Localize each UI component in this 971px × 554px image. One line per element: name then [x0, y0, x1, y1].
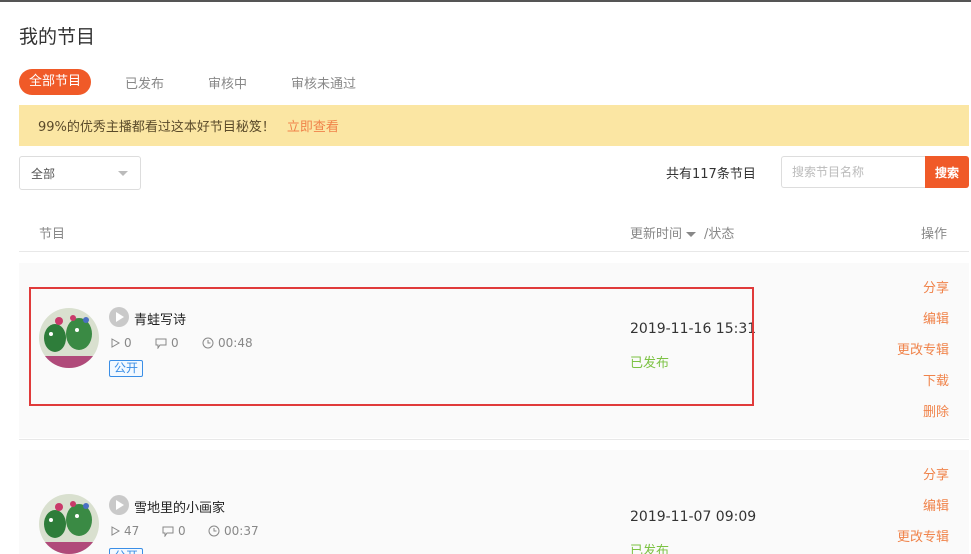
share-button[interactable]: 分享 — [923, 277, 949, 296]
total-count: 共有117条节目 — [666, 167, 756, 182]
update-date: 2019-11-07 09:09 — [630, 509, 757, 525]
divider — [19, 251, 969, 252]
play-count: 47 — [110, 524, 139, 538]
duration: 00:37 — [208, 524, 259, 538]
chevron-down-icon — [118, 171, 128, 176]
visibility-tag: 公开 — [109, 548, 144, 554]
duration-value: 00:37 — [224, 524, 259, 538]
comment-icon — [162, 526, 174, 537]
highlight-box — [29, 287, 754, 406]
tab-under-review[interactable]: 审核中 — [208, 73, 247, 92]
change-album-button[interactable]: 更改专辑 — [897, 526, 949, 545]
header-action: 操作 — [921, 227, 948, 242]
notice-text: 99%的优秀主播都看过这本好节目秘笈！ — [38, 120, 275, 135]
tab-rejected[interactable]: 审核未通过 — [291, 73, 356, 92]
header-program: 节目 — [39, 227, 66, 242]
share-button[interactable]: 分享 — [923, 464, 949, 483]
sort-down-icon — [686, 232, 697, 237]
tab-all-programs[interactable]: 全部节目 — [19, 69, 92, 95]
download-button[interactable]: 下载 — [923, 370, 949, 389]
header-update-time-label: 更新时间 — [630, 227, 683, 242]
delete-button[interactable]: 删除 — [923, 401, 949, 420]
program-cover[interactable] — [39, 494, 99, 554]
edit-button[interactable]: 编辑 — [923, 308, 949, 327]
header-status-label: /状态 — [704, 227, 735, 242]
play-icon[interactable] — [109, 495, 129, 515]
filter-selected-value: 全部 — [31, 167, 56, 181]
comment-count-value: 0 — [178, 524, 186, 538]
filter-select[interactable]: 全部 — [19, 156, 141, 190]
notice-link[interactable]: 立即查看 — [287, 116, 339, 135]
top-border — [0, 0, 971, 2]
play-count-value: 47 — [124, 524, 140, 538]
program-title[interactable]: 雪地里的小画家 — [134, 497, 225, 516]
divider — [19, 439, 969, 440]
tab-published[interactable]: 已发布 — [125, 73, 164, 92]
tab-bar: 全部节目 已发布 审核中 审核未通过 — [19, 69, 400, 95]
table-row: 雪地里的小画家 47 0 00:37 公开 2019-11-07 09:09 已… — [19, 450, 969, 554]
page-title: 我的节目 — [19, 26, 96, 48]
play-count-icon — [111, 526, 120, 536]
header-update-time[interactable]: 更新时间/状态 — [630, 223, 734, 242]
status-badge: 已发布 — [630, 544, 670, 554]
change-album-button[interactable]: 更改专辑 — [897, 339, 949, 358]
clock-icon — [208, 525, 220, 537]
comment-count: 0 — [162, 524, 186, 538]
notice-banner: 99%的优秀主播都看过这本好节目秘笈！ 立即查看 — [19, 105, 969, 146]
search-input[interactable] — [781, 156, 926, 188]
search-button[interactable]: 搜索 — [925, 156, 969, 188]
edit-button[interactable]: 编辑 — [923, 495, 949, 514]
